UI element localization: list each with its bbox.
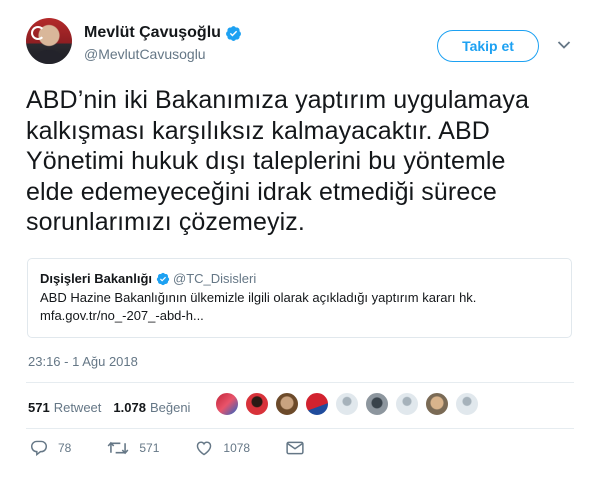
divider: [26, 382, 574, 383]
tweet-text: ABD’nin iki Bakanımıza yaptırım uygulama…: [26, 85, 586, 238]
divider: [26, 428, 574, 429]
retweet-action-count: 571: [139, 441, 160, 455]
heart-icon: [197, 441, 212, 456]
tweet-actions: 78 571 1078: [30, 440, 314, 456]
quoted-tweet-link[interactable]: mfa.gov.tr/no_-207_-abd-h...: [40, 308, 571, 323]
liker-avatar[interactable]: [455, 392, 479, 416]
reply-count: 78: [58, 441, 72, 455]
tweet-text-line: kalkışması karşılıksız kalmayacaktır. AB…: [26, 116, 490, 145]
author-avatar[interactable]: [26, 18, 72, 64]
reply-icon: [30, 440, 48, 456]
quoted-author-handle: @TC_Disisleri: [173, 271, 257, 286]
reply-button[interactable]: 78: [30, 440, 71, 456]
retweet-count[interactable]: 571: [28, 400, 50, 415]
flag-pin-mark: [31, 26, 45, 40]
liker-avatar[interactable]: [395, 392, 419, 416]
quoted-tweet-text: ABD Hazine Bakanlığının ülkemizle ilgili…: [40, 290, 477, 305]
like-action-count: 1078: [223, 441, 251, 455]
liker-avatars: [215, 392, 485, 416]
quoted-author-name: Dışişleri Bakanlığı: [40, 271, 152, 286]
liker-avatar[interactable]: [425, 392, 449, 416]
chevron-down-icon[interactable]: [557, 40, 571, 50]
tweet-text-line: ABD’nin iki Bakanımıza yaptırım uygulama…: [26, 86, 530, 114]
liker-avatar[interactable]: [335, 392, 359, 416]
verified-badge-icon: [156, 272, 170, 285]
verified-badge-icon: [225, 25, 241, 41]
author-handle[interactable]: @MevlutCavusoglu: [84, 46, 206, 62]
avatar-suit: [35, 50, 63, 64]
like-count[interactable]: 1.078: [113, 400, 146, 415]
like-label[interactable]: Beğeni: [150, 400, 190, 415]
envelope-icon: [286, 441, 304, 455]
like-button[interactable]: 1078: [195, 440, 250, 456]
tweet-text-line: Yönetimi hukuk dışı taleplerini bu yönte…: [26, 147, 506, 175]
tweet-text-line: sorunlarımızı çözemeyiz.: [26, 208, 305, 236]
liker-avatar[interactable]: [275, 392, 299, 416]
follow-button[interactable]: Takip et: [437, 30, 539, 62]
liker-avatar[interactable]: [305, 392, 329, 416]
author-display-name[interactable]: Mevlüt Çavuşoğlu: [84, 24, 221, 42]
retweet-icon: [107, 441, 129, 455]
liker-avatar[interactable]: [245, 392, 269, 416]
liker-avatar[interactable]: [215, 392, 239, 416]
liker-avatar[interactable]: [365, 392, 389, 416]
direct-message-button[interactable]: [286, 441, 314, 455]
author-name-row[interactable]: Mevlüt Çavuşoğlu: [84, 24, 242, 42]
quoted-tweet-header: Dışişleri Bakanlığı @TC_Disisleri: [40, 271, 571, 286]
tweet-timestamp[interactable]: 23:16 - 1 Ağu 2018: [28, 354, 138, 369]
quoted-tweet[interactable]: Dışişleri Bakanlığı @TC_Disisleri ABD Ha…: [27, 258, 572, 338]
retweet-label[interactable]: Retweet: [54, 400, 102, 415]
tweet-stats: 571 Retweet 1.078 Beğeni: [28, 400, 190, 415]
retweet-button[interactable]: 571: [107, 440, 159, 456]
tweet-text-line: elde edemeyeceğini idrak etmediği sürece: [26, 177, 497, 206]
